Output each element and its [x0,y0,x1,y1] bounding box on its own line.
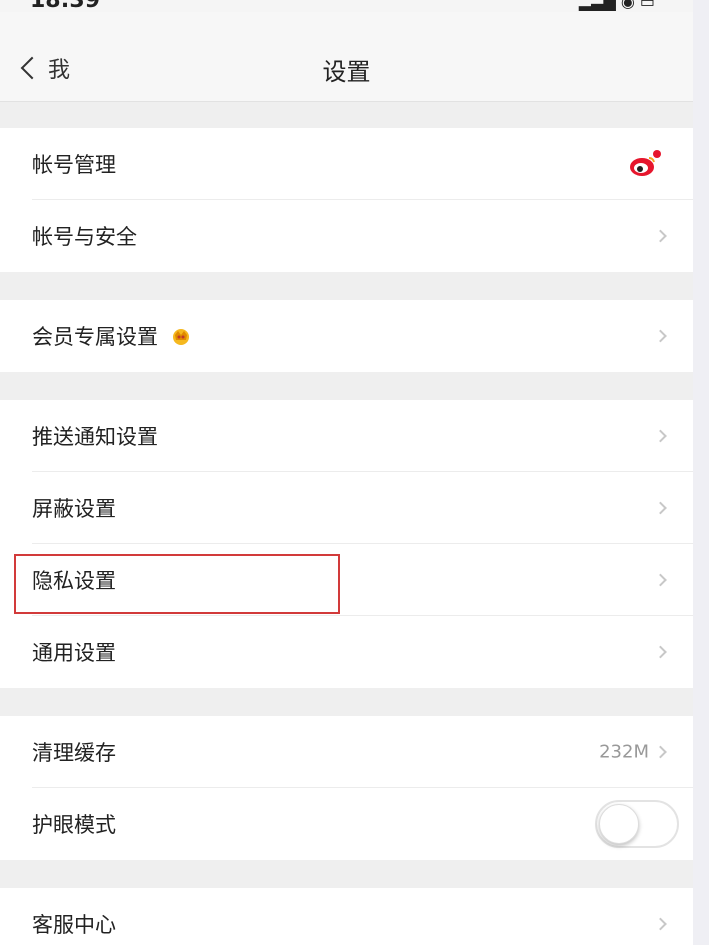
settings-row-privacy[interactable]: 隐私设置 [0,544,693,616]
chevron-right-icon [654,573,667,587]
chevron-right-icon [654,645,667,659]
row-label: 清理缓存 [32,741,116,765]
navigation-bar: 我 设置 [0,12,693,102]
chevron-right-icon [654,429,667,443]
settings-row-customer-service[interactable]: 客服中心 [0,888,693,945]
row-label: 帐号管理 [32,153,116,177]
row-label: 客服中心 [32,913,116,937]
row-label: 隐私设置 [32,569,116,593]
settings-screen: 18:39 ▂▃▅ ◉ ▭ 我 设置 帐号管理 帐号与安全 会员专属设置 推送通… [0,0,693,945]
settings-row-vip[interactable]: 会员专属设置 [0,300,693,372]
status-icons: ▂▃▅ ◉ ▭ [578,0,655,11]
weibo-icon [630,150,661,176]
page-title: 设置 [322,58,371,86]
section-gap [0,102,693,128]
chevron-right-icon [654,501,667,515]
section-gap [0,272,693,300]
crown-icon [173,329,189,345]
toggle-knob [599,804,639,844]
settings-row-account-security[interactable]: 帐号与安全 [0,200,693,272]
settings-row-clear-cache[interactable]: 清理缓存 232M [0,716,693,788]
chevron-right-icon [654,329,667,343]
chevron-right-icon [654,917,667,931]
settings-row-eye-protection: 护眼模式 [0,788,693,860]
settings-row-block[interactable]: 屏蔽设置 [0,472,693,544]
section-gap [0,860,693,888]
chevron-right-icon [654,229,667,243]
settings-row-push-notifications[interactable]: 推送通知设置 [0,400,693,472]
status-bar: 18:39 ▂▃▅ ◉ ▭ [0,0,693,13]
row-label: 推送通知设置 [32,425,158,449]
settings-row-general[interactable]: 通用设置 [0,616,693,688]
settings-row-account-management[interactable]: 帐号管理 [0,128,693,200]
section-gap [0,372,693,400]
row-label: 屏蔽设置 [32,497,116,521]
section-gap [0,688,693,716]
row-label: 通用设置 [32,641,116,665]
row-label: 会员专属设置 [32,325,158,349]
eye-protection-toggle[interactable] [595,800,679,848]
chevron-right-icon [654,745,667,759]
row-label: 帐号与安全 [32,225,137,249]
cache-size-value: 232M [599,741,649,763]
row-label: 护眼模式 [32,813,116,837]
